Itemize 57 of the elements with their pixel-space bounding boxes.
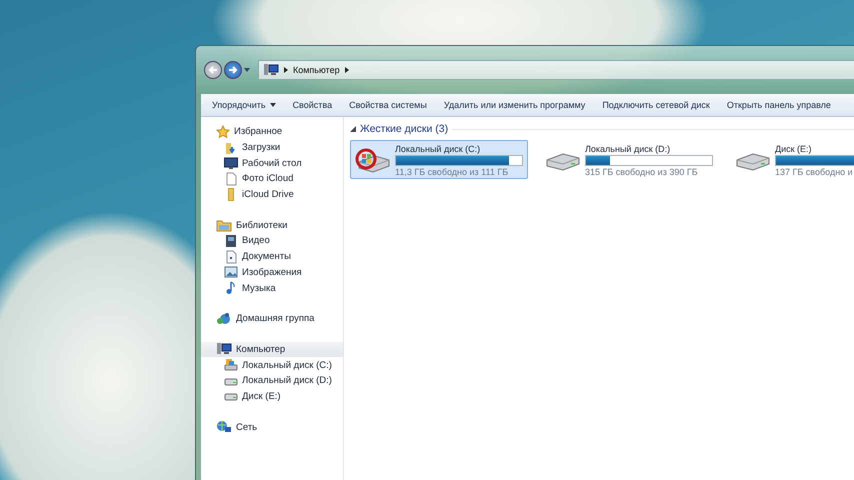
sidebar-item[interactable]: iCloud Drive [201,186,343,202]
star-icon [216,124,230,139]
sidebar-item[interactable]: Компьютер [201,342,343,358]
system-drive-icon [355,146,391,176]
drive-tile[interactable]: Локальный диск (C:) 11,3 ГБ свободно из 111 ГБ [350,140,528,179]
film-icon [224,234,238,248]
sidebar-item[interactable]: Загрузки [201,140,343,156]
folder-icon [228,188,234,202]
sidebar-item[interactable]: Локальный диск (C:) [201,357,343,373]
chevron-icon [284,67,288,73]
sidebar-item[interactable]: Сеть [201,419,343,435]
homegroup-icon [216,312,232,326]
caret-icon [244,68,250,72]
monitor-icon [224,156,238,170]
sidebar-item[interactable]: Избранное [201,124,343,140]
toolbar-button[interactable]: Подключить сетевой диск [595,97,717,113]
back-button[interactable] [204,61,222,79]
toolbar-button[interactable]: Свойства [286,97,340,113]
picture-icon [224,265,238,280]
sidebar-item[interactable]: Диск (E:) [201,388,343,404]
toolbar-button[interactable]: Удалить или изменить программу [436,97,592,113]
sidebar-item[interactable]: Видео [201,233,343,249]
drive-tile[interactable]: Диск (E:) 137 ГБ свободно и [730,140,854,179]
free-space-text: 315 ГБ свободно из 390 ГБ [585,167,699,177]
document-icon [224,172,238,186]
group-heading[interactable]: Жесткие диски (3) [360,123,448,135]
chevron-icon [344,67,349,73]
left-arrow-icon [208,65,218,75]
address-bar[interactable]: Компьютер [258,60,854,80]
network-globe-icon [216,420,232,434]
toolbar-button[interactable]: Свойства системы [342,97,434,113]
computer-icon [263,63,279,77]
expanded-triangle-icon[interactable] [350,126,356,132]
system-drive-icon [224,358,238,372]
free-space-text: 11,3 ГБ свободно из 111 ГБ [395,167,510,177]
breadcrumb-item[interactable]: Компьютер [293,65,340,75]
sidebar-item[interactable]: Документы [201,248,343,264]
library-folder-icon [216,218,232,232]
toolbar-button[interactable]: Открыть панель управле [720,97,838,113]
document-icon [224,250,238,264]
sidebar-item[interactable]: Музыка [201,280,343,296]
drive-name: Локальный диск (C:) [395,144,482,154]
right-arrow-icon [228,65,238,75]
sidebar-item[interactable]: Изображения [201,264,343,280]
sidebar-item[interactable]: Домашняя группа [201,310,343,327]
free-space-text: 137 ГБ свободно и [775,167,854,177]
sidebar-item[interactable]: Локальный диск (D:) [201,372,343,389]
drive-name: Диск (E:) [775,144,813,154]
sidebar-item[interactable]: Фото iCloud [201,171,343,187]
computer-icon [216,342,232,356]
toolbar-button[interactable]: Упорядочить [205,97,283,113]
drive-tile[interactable]: Локальный диск (D:) 315 ГБ свободно из 390 ГБ [540,140,718,179]
sidebar-item[interactable]: Рабочий стол [201,155,343,172]
sidebar-item[interactable]: Библиотеки [201,217,343,234]
caret-icon [270,103,276,107]
forward-button[interactable] [224,61,242,79]
drive-name: Локальный диск (D:) [585,144,672,154]
